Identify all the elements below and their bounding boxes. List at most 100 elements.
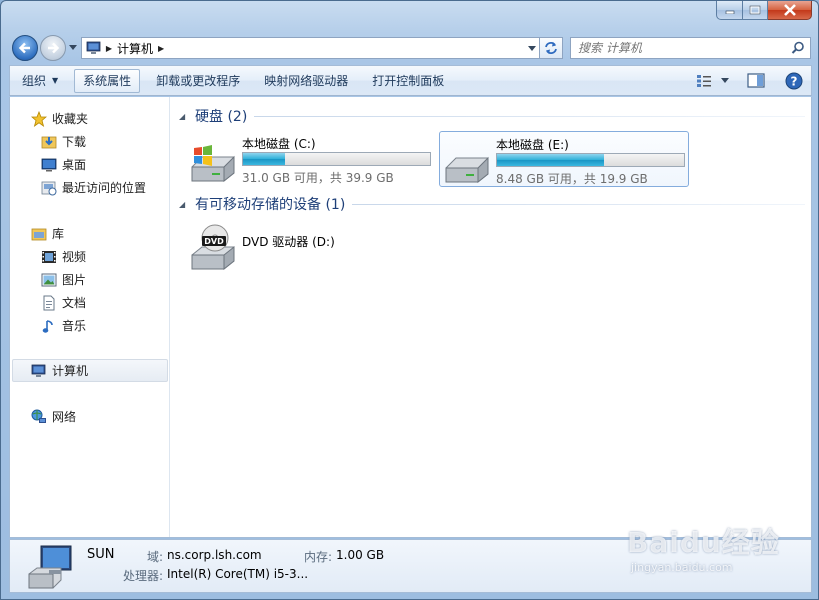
search-icon[interactable] <box>791 41 805 55</box>
sidebar-item-downloads[interactable]: 下载 <box>10 130 170 153</box>
minimize-button[interactable] <box>716 1 743 20</box>
hard-disks-group-header[interactable]: ◢ 硬盘 (2) <box>179 105 805 127</box>
system-properties-button[interactable]: 系统属性 <box>74 68 141 93</box>
sidebar-item-computer[interactable]: 计算机 <box>12 359 168 382</box>
close-icon <box>783 4 796 16</box>
maximize-icon <box>749 5 761 15</box>
sidebar-item-label: 音乐 <box>62 319 87 333</box>
organize-button[interactable]: 组织 ▼ <box>10 69 70 93</box>
breadcrumb-separator[interactable]: ▶ <box>155 40 167 56</box>
navigation-bar: ▶ 计算机 ▶ <box>9 31 812 63</box>
drive-usage-fill <box>243 153 285 165</box>
favorites-group: 收藏夹 下载 桌面 最近访问的位置 <box>10 107 170 199</box>
removable-group-header[interactable]: ◢ 有可移动存储的设备 (1) <box>179 193 805 215</box>
star-icon <box>30 110 47 127</box>
sidebar-item-label: 收藏夹 <box>52 112 89 126</box>
change-view-button[interactable] <box>693 69 715 93</box>
processor-label: 处理器: <box>123 569 164 583</box>
processor-value: Intel(R) Core(TM) i5-3... <box>167 567 309 581</box>
domain-label: 域: <box>147 550 164 564</box>
drive-c[interactable]: 本地磁盘 (C:) 31.0 GB 可用，共 39.9 GB <box>186 131 436 187</box>
group-title: 硬盘 (2) <box>195 109 248 125</box>
maximize-button[interactable] <box>743 1 768 20</box>
command-bar: 组织 ▼ 系统属性 卸载或更改程序 映射网络驱动器 打开控制面板 ? <box>9 65 812 96</box>
documents-icon <box>40 295 57 311</box>
sidebar-item-network[interactable]: 网络 <box>10 405 170 428</box>
address-bar[interactable]: ▶ 计算机 ▶ <box>81 37 543 59</box>
map-network-drive-button[interactable]: 映射网络驱动器 <box>252 69 360 93</box>
caption-buttons <box>716 1 812 20</box>
chevron-down-icon <box>69 45 77 50</box>
sidebar-item-music[interactable]: 音乐 <box>10 314 170 337</box>
computer-icon <box>28 545 72 589</box>
sidebar-item-label: 最近访问的位置 <box>62 181 147 195</box>
hard-drive-icon <box>442 134 492 184</box>
sidebar-item-label: 网络 <box>52 410 77 424</box>
sidebar-item-recent-places[interactable]: 最近访问的位置 <box>10 176 170 199</box>
sidebar-item-favorites[interactable]: 收藏夹 <box>10 107 170 130</box>
recent-pages-dropdown[interactable] <box>68 43 78 53</box>
chevron-down-icon: ▼ <box>52 76 59 85</box>
help-icon: ? <box>785 72 803 89</box>
network-icon <box>30 409 47 425</box>
preview-pane-button[interactable] <box>735 69 777 93</box>
library-icon <box>30 226 47 242</box>
memory-label: 内存: <box>304 550 333 564</box>
download-folder-icon <box>40 134 57 150</box>
sidebar-item-label: 视频 <box>62 250 87 264</box>
content-area: 收藏夹 下载 桌面 最近访问的位置 库 视频 图片 文档 音乐 计算机 网络 ◢… <box>9 97 812 538</box>
memory-value: 1.00 GB <box>336 548 385 562</box>
recent-places-icon <box>40 180 57 196</box>
drive-name: 本地磁盘 (E:) <box>496 138 569 152</box>
help-button[interactable]: ? <box>777 69 811 93</box>
drive-info: DVD 驱动器 (D:) <box>242 221 335 273</box>
drive-d[interactable]: DVD DVD 驱动器 (D:) <box>186 219 436 275</box>
desktop-icon <box>40 157 57 173</box>
uninstall-program-button[interactable]: 卸载或更改程序 <box>144 69 252 93</box>
preview-pane-icon <box>747 73 765 88</box>
view-options-icon <box>697 74 711 87</box>
windows-drive-icon <box>188 133 238 183</box>
collapse-arrow-icon: ◢ <box>179 111 186 121</box>
open-control-panel-button[interactable]: 打开控制面板 <box>360 69 456 93</box>
group-divider <box>254 115 805 117</box>
drive-info: 本地磁盘 (E:) 8.48 GB 可用，共 19.9 GB <box>496 134 685 186</box>
drive-name: 本地磁盘 (C:) <box>242 137 316 151</box>
back-arrow-icon <box>18 42 30 54</box>
drive-e[interactable]: 本地磁盘 (E:) 8.48 GB 可用，共 19.9 GB <box>439 131 689 187</box>
refresh-button[interactable] <box>539 37 563 59</box>
view-dropdown-button[interactable] <box>715 69 735 93</box>
domain-value: ns.corp.lsh.com <box>167 548 262 562</box>
group-title: 有可移动存储的设备 (1) <box>195 197 346 213</box>
breadcrumb-computer[interactable]: 计算机 <box>115 40 155 57</box>
drive-usage-bar <box>496 153 685 167</box>
minimize-icon <box>725 10 734 14</box>
music-icon <box>40 318 57 334</box>
video-icon <box>40 249 57 265</box>
svg-text:DVD: DVD <box>204 237 224 246</box>
sidebar-item-documents[interactable]: 文档 <box>10 291 170 314</box>
computer-name: SUN <box>87 547 115 562</box>
forward-button[interactable] <box>40 35 66 61</box>
libraries-group: 库 视频 图片 文档 音乐 <box>10 222 170 337</box>
sidebar-item-label: 计算机 <box>52 364 89 378</box>
close-button[interactable] <box>768 1 812 20</box>
breadcrumb-separator[interactable]: ▶ <box>103 40 115 56</box>
sidebar-item-desktop[interactable]: 桌面 <box>10 153 170 176</box>
drive-usage-fill <box>497 154 605 166</box>
collapse-arrow-icon: ◢ <box>179 199 186 209</box>
address-history-dropdown[interactable] <box>525 41 539 55</box>
organize-label: 组织 <box>22 74 47 88</box>
search-input[interactable] <box>578 41 788 55</box>
computer-group: 计算机 <box>10 359 170 382</box>
chevron-down-icon <box>721 78 729 83</box>
sidebar-item-pictures[interactable]: 图片 <box>10 268 170 291</box>
pictures-icon <box>40 272 57 288</box>
sidebar-item-libraries[interactable]: 库 <box>10 222 170 245</box>
chevron-down-icon <box>528 45 536 51</box>
sidebar-item-label: 库 <box>52 227 65 241</box>
back-button[interactable] <box>12 35 38 61</box>
sidebar-item-label: 图片 <box>62 273 87 287</box>
forward-arrow-icon <box>48 42 60 54</box>
sidebar-item-videos[interactable]: 视频 <box>10 245 170 268</box>
